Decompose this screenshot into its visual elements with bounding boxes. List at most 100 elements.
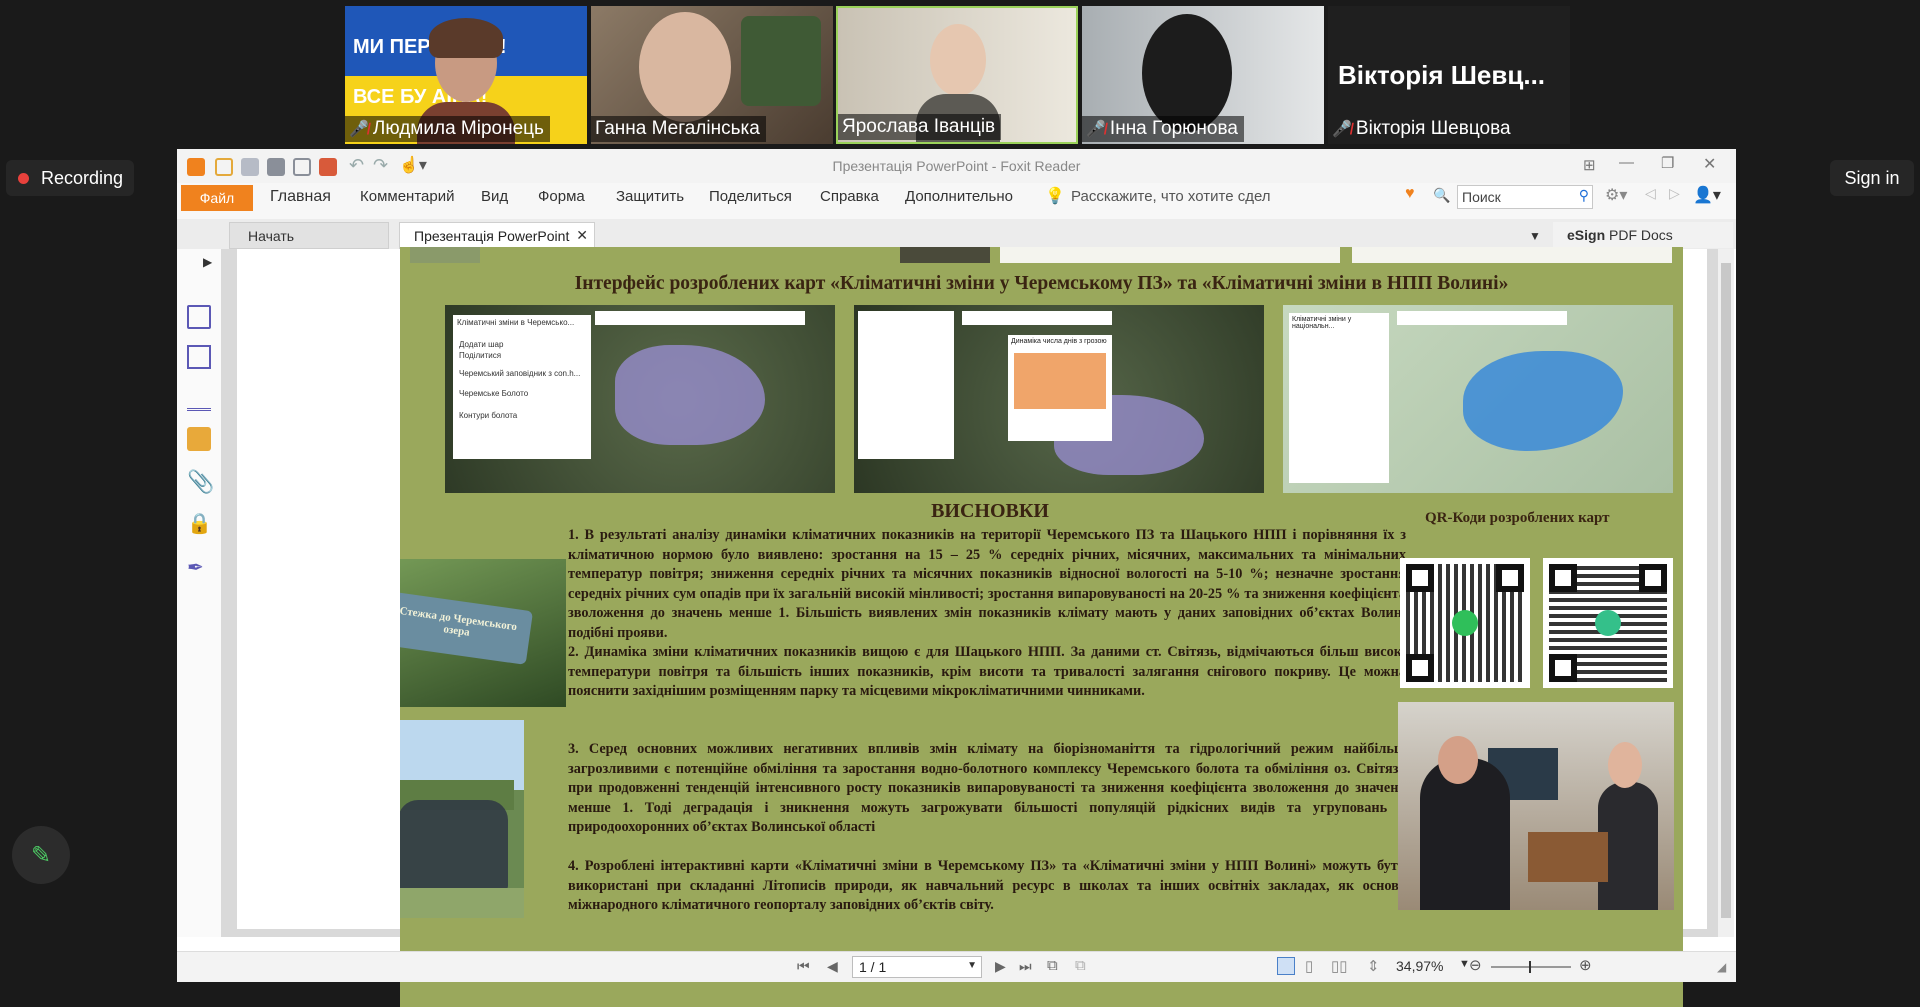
next-page-icon[interactable]: ▶ (995, 958, 1006, 975)
annotate-pencil-icon[interactable]: ✎ (12, 826, 70, 884)
maximize-button[interactable]: ❐ (1661, 154, 1674, 172)
split-view-icon[interactable]: ⇕ (1367, 957, 1380, 975)
continuous-view-icon[interactable]: ▯ (1305, 957, 1313, 975)
settings-gear-icon[interactable]: ⚙▾ (1605, 185, 1627, 205)
search-icon[interactable]: ⚲ (1579, 187, 1589, 204)
zoom-slider-track[interactable] (1491, 961, 1571, 973)
attachments-icon[interactable]: 📎 (187, 469, 214, 494)
participant-name: Ганна Мегалінська (591, 116, 766, 142)
sign-in-label: Sign in (1844, 167, 1900, 188)
prev-section-image (900, 247, 990, 263)
qr-code-2 (1543, 558, 1673, 688)
qr-code-1 (1400, 558, 1530, 688)
nav-prev-icon[interactable]: ◁ (1645, 185, 1656, 202)
nav-next-icon[interactable]: ▷ (1669, 185, 1680, 202)
heart-icon[interactable]: ♥ (1405, 185, 1415, 203)
layout-icon[interactable]: ⊞ (1583, 156, 1596, 174)
expand-panel-icon[interactable]: ▶ (203, 255, 212, 269)
map-legend-item: Контури болота (459, 411, 518, 420)
tab-presentation[interactable]: Презентація PowerPoint ✕ (399, 222, 595, 249)
signature-pen-icon[interactable]: ✒ (187, 555, 211, 579)
menu-share[interactable]: Поделиться (709, 188, 792, 205)
bookmarks-icon[interactable] (187, 345, 211, 369)
conclusion-paragraph-1: 1. В результаті аналізу динаміки клімати… (568, 527, 1406, 641)
prev-section-strip (410, 247, 480, 263)
scroll-thumb[interactable] (1721, 263, 1731, 918)
page-dropdown-icon[interactable]: ▼ (967, 960, 977, 971)
tab-start[interactable]: Начать (229, 222, 389, 249)
map-legend-title: Кліматичні зміни в Черемсько... (457, 318, 575, 327)
tab-list-chevron-icon[interactable]: ▼ (1529, 229, 1541, 243)
face-woman (1608, 742, 1642, 788)
comments-icon[interactable] (187, 427, 211, 451)
participant-tile[interactable]: 🎤̸ Інна Горюнова (1082, 6, 1324, 144)
zoom-in-icon[interactable]: ⊕ (1579, 956, 1592, 974)
desk (1528, 832, 1608, 882)
title-bar: ↶ ↷ ☝▾ Презентація PowerPoint - Foxit Re… (177, 149, 1736, 183)
search-box[interactable]: Поиск ⚲ (1457, 185, 1593, 209)
participant-head (1142, 14, 1232, 132)
qr-finder (1406, 564, 1434, 592)
qr-finder (1549, 564, 1577, 592)
fit-page-icon[interactable]: ⧉ (1047, 957, 1058, 974)
map-search-bar (962, 311, 1112, 325)
last-page-icon[interactable]: ⏭ (1019, 958, 1032, 975)
search-placeholder: Поиск (1462, 189, 1501, 205)
close-button[interactable]: ✕ (1703, 154, 1716, 174)
menu-help[interactable]: Справка (820, 188, 879, 205)
tab-close-icon[interactable]: ✕ (576, 227, 588, 244)
foxit-reader-window: ↶ ↷ ☝▾ Презентація PowerPoint - Foxit Re… (177, 149, 1736, 1007)
menu-file[interactable]: Файл (181, 185, 253, 211)
menu-extra[interactable]: Дополнительно (905, 188, 1013, 205)
qr-finder (1406, 654, 1434, 682)
status-bar: ⏮ ◀ 1 / 1 ▼ ▶ ⏭ ⧉ ⧉ ▯ ▯▯ ⇕ 34,97% ▼ ⊖ ⊕ … (177, 951, 1736, 982)
lightbulb-icon: 💡 (1045, 188, 1065, 205)
page-number-field[interactable]: 1 / 1 ▼ (852, 956, 982, 978)
sign-in-button[interactable]: Sign in (1830, 160, 1914, 196)
prev-page-icon[interactable]: ◀ (827, 958, 838, 975)
menu-home[interactable]: Главная (270, 188, 331, 206)
conclusion-paragraph-2: 2. Динаміка зміни кліматичних показників… (568, 644, 1406, 699)
menu-protect[interactable]: Защитить (616, 188, 684, 205)
map-search-bar (1397, 311, 1567, 325)
facing-view-icon[interactable]: ▯▯ (1331, 957, 1348, 975)
esign-button[interactable]: eSign PDF Docs (1553, 222, 1733, 248)
zoom-out-icon[interactable]: ⊖ (1469, 956, 1482, 974)
ground (400, 888, 524, 918)
participant-name: 🎤̸ Інна Горюнова (1082, 116, 1244, 142)
map-legend-item: Додати шар (459, 340, 504, 349)
find-icon[interactable]: 🔍 (1433, 187, 1450, 204)
participant-tile[interactable]: Вікторія Шевц... 🎤̸ Вікторія Шевцова (1328, 6, 1570, 144)
single-page-view-icon[interactable] (1277, 957, 1295, 975)
qr-finder (1639, 564, 1667, 592)
user-account-icon[interactable]: 👤▾ (1693, 185, 1721, 205)
record-dot-icon (18, 172, 29, 184)
menu-view[interactable]: Вид (481, 188, 508, 205)
zoom-level[interactable]: 34,97% (1396, 958, 1443, 974)
map-legend-panel: Кліматичні зміни у національн... (1289, 313, 1389, 483)
slide-title: Інтерфейс розроблених карт «Кліматичні з… (574, 273, 1509, 294)
esign-suffix: PDF Docs (1609, 227, 1673, 243)
qr-heading: QR-Коди розроблених карт (1425, 510, 1610, 526)
menu-comment[interactable]: Комментарий (360, 188, 454, 205)
security-lock-icon[interactable]: 🔒 (187, 511, 212, 535)
mic-muted-icon: 🎤̸ (1332, 121, 1352, 138)
map-screenshot-3: Кліматичні зміни у національн... (1283, 305, 1673, 493)
pages-icon[interactable] (187, 305, 211, 329)
first-page-icon[interactable]: ⏮ (797, 958, 810, 975)
menu-form[interactable]: Форма (538, 188, 585, 205)
vertical-scrollbar[interactable] (1718, 249, 1734, 937)
recording-indicator[interactable]: Recording (6, 160, 134, 196)
map-legend-title: Кліматичні зміни у національн... (1292, 316, 1352, 330)
participant-tile[interactable]: Ганна Мегалінська (591, 6, 833, 144)
minimize-button[interactable]: — (1619, 154, 1634, 171)
tell-me-field[interactable]: Расскажите, что хотите сдел (1071, 188, 1271, 205)
resize-grip-icon[interactable]: ◢ (1717, 960, 1726, 974)
participant-tile-active[interactable]: Ярослава Іванців (836, 6, 1078, 144)
participant-tile[interactable]: МИ ПЕР ЖЕМО! ВСЕ БУ АЇНА! 🎤̸Людмила Міро… (345, 6, 587, 144)
zoom-slider-handle[interactable] (1529, 961, 1531, 973)
layers-icon[interactable] (187, 387, 211, 411)
lab-photo (1398, 702, 1674, 910)
fit-width-icon[interactable]: ⧉ (1075, 957, 1086, 974)
map-legend-item: Поділитися (459, 351, 502, 360)
